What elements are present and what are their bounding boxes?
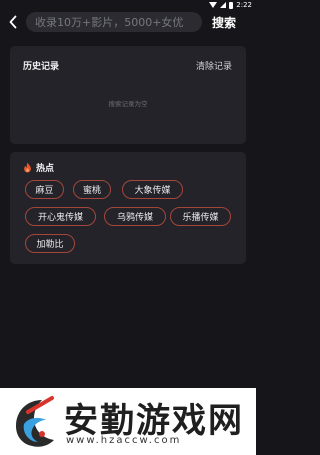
status-time: 2:22 bbox=[236, 1, 252, 9]
hot-tag[interactable]: 乐播传媒 bbox=[170, 207, 231, 226]
hot-title: 热点 bbox=[36, 164, 55, 174]
clear-history-button[interactable]: 清除记录 bbox=[196, 59, 232, 72]
hot-tag[interactable]: 蜜桃 bbox=[73, 180, 111, 199]
watermark-url: www.hzaccw.com bbox=[66, 435, 182, 446]
battery-icon bbox=[229, 1, 234, 9]
hot-tag[interactable]: 麻豆 bbox=[25, 180, 64, 199]
hot-header: 热点 bbox=[23, 161, 54, 174]
watermark-banner: 安勤游戏网 www.hzaccw.com bbox=[0, 388, 256, 455]
hot-panel: 热点 麻豆 蜜桃 大象传媒 开心鬼传媒 乌鸦传媒 乐播传媒 加勒比 bbox=[10, 152, 246, 264]
search-field[interactable] bbox=[26, 12, 202, 32]
signal-icon bbox=[220, 2, 227, 8]
back-button[interactable] bbox=[0, 10, 26, 34]
site-logo-icon bbox=[16, 396, 54, 447]
search-button[interactable]: 搜索 bbox=[202, 14, 246, 31]
status-bar: 2:22 bbox=[0, 0, 256, 10]
history-panel: 历史记录 清除记录 搜索记录为空 bbox=[10, 46, 246, 144]
hot-tag[interactable]: 加勒比 bbox=[25, 234, 75, 253]
hot-tag[interactable]: 乌鸦传媒 bbox=[104, 207, 166, 226]
history-empty-text: 搜索记录为空 bbox=[108, 100, 148, 108]
search-bar: 搜索 bbox=[0, 10, 256, 34]
search-input[interactable] bbox=[35, 15, 202, 29]
flame-icon bbox=[24, 162, 31, 173]
hot-tag[interactable]: 开心鬼传媒 bbox=[25, 207, 96, 226]
hot-tag[interactable]: 大象传媒 bbox=[122, 180, 183, 199]
chevron-left-icon bbox=[9, 15, 17, 29]
history-title: 历史记录 bbox=[23, 62, 60, 72]
wifi-icon bbox=[209, 2, 218, 8]
